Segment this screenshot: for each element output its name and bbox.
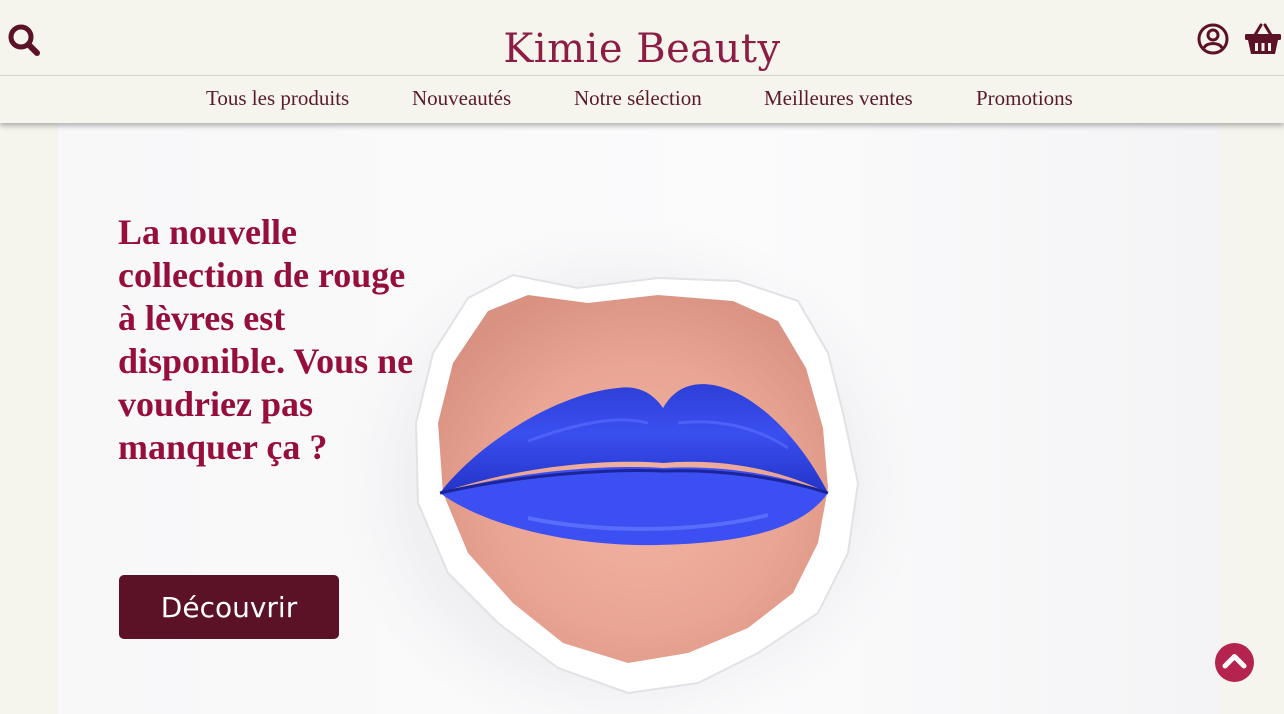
chevron-up-icon <box>1222 654 1247 669</box>
cart-button[interactable] <box>1244 22 1282 56</box>
nav-item-all-products[interactable]: Tous les produits <box>206 86 349 111</box>
brand-name[interactable]: Kimie Beauty <box>503 26 780 72</box>
search-icon <box>8 24 40 56</box>
search-button[interactable] <box>6 22 42 58</box>
main-navigation: Tous les produits Nouveautés Notre sélec… <box>0 76 1284 123</box>
nav-item-best-sellers[interactable]: Meilleures ventes <box>764 86 913 111</box>
nav-item-promotions[interactable]: Promotions <box>976 86 1073 111</box>
nav-item-new-arrivals[interactable]: Nouveautés <box>412 86 511 111</box>
discover-button[interactable]: Découvrir <box>119 575 339 639</box>
hero-headline: La nouvelle collection de rouge à lèvres… <box>118 212 414 467</box>
hero-banner: La nouvelle collection de rouge à lèvres… <box>58 123 1220 714</box>
nav-item-our-selection[interactable]: Notre sélection <box>574 86 702 111</box>
back-to-top-button[interactable] <box>1215 643 1254 682</box>
shopping-basket-icon <box>1245 23 1281 54</box>
site-logo: Kimie Beauty <box>0 20 1284 78</box>
top-bar: Kimie Beauty <box>0 0 1284 76</box>
user-circle-icon <box>1197 23 1229 55</box>
account-button[interactable] <box>1196 22 1230 56</box>
